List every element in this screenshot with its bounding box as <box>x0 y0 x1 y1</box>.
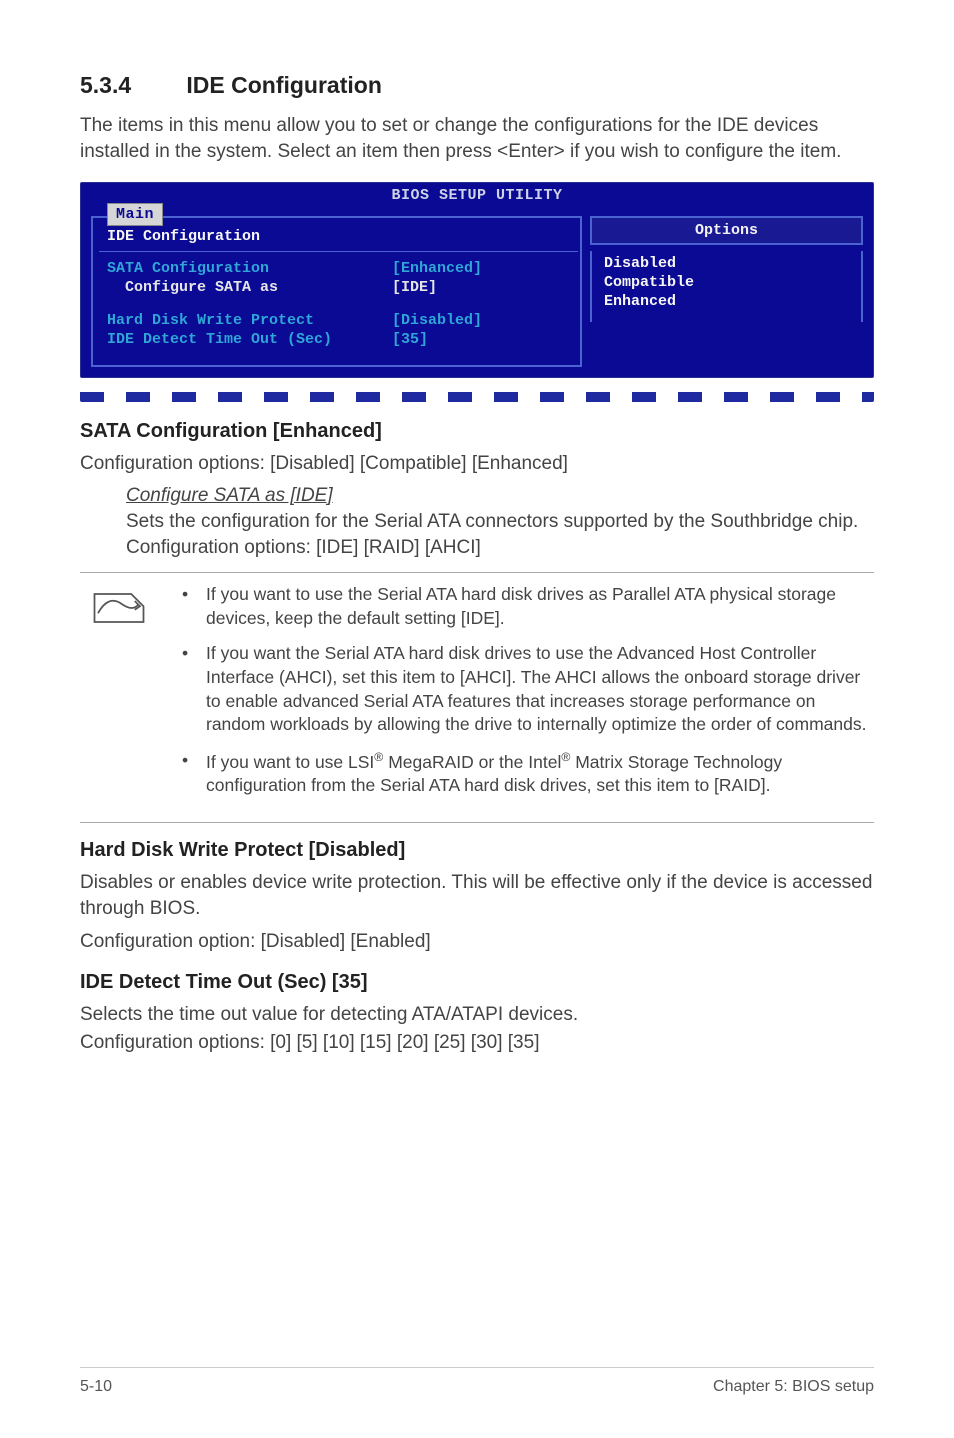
bios-option[interactable]: Disabled <box>604 255 851 274</box>
hd-write-protect-heading: Hard Disk Write Protect [Disabled] <box>80 839 874 862</box>
bios-main-tab[interactable]: Main <box>107 203 163 226</box>
bios-bottom-dashes <box>80 392 874 402</box>
ide-timeout-heading: IDE Detect Time Out (Sec) [35] <box>80 971 874 994</box>
bios-panel-title: IDE Configuration <box>107 228 570 245</box>
bios-option[interactable]: Enhanced <box>604 293 851 312</box>
configure-sata-link: Configure SATA as [IDE] <box>126 485 874 507</box>
sata-config-options: Configuration options: [Disabled] [Compa… <box>80 451 874 477</box>
intro-paragraph: The items in this menu allow you to set … <box>80 113 874 164</box>
bios-setup-panel: BIOS SETUP UTILITY Main IDE Configuratio… <box>80 182 874 378</box>
bios-right-panel: Options Disabled Compatible Enhanced <box>590 216 863 367</box>
bios-row-label: Hard Disk Write Protect <box>107 312 392 331</box>
bios-row-label: SATA Configuration <box>107 260 392 279</box>
hd-write-protect-options: Configuration option: [Disabled] [Enable… <box>80 929 874 955</box>
note-body: If you want to use the Serial ATA hard d… <box>168 583 870 810</box>
ide-timeout-options: Configuration options: [0] [5] [10] [15]… <box>80 1030 874 1056</box>
section-number: 5.3.4 <box>80 72 180 99</box>
page-footer: 5-10 Chapter 5: BIOS setup <box>80 1367 874 1396</box>
bios-utility-title: BIOS SETUP UTILITY <box>391 187 562 204</box>
bios-row[interactable]: SATA Configuration [Enhanced] <box>107 260 570 279</box>
configure-sata-desc: Sets the configuration for the Serial AT… <box>126 509 874 560</box>
bios-title-bar: BIOS SETUP UTILITY Main <box>81 183 873 206</box>
bios-row[interactable]: Configure SATA as [IDE] <box>107 279 570 298</box>
bios-row-value: [Disabled] <box>392 312 482 331</box>
bios-options-header: Options <box>590 216 863 245</box>
note-icon <box>84 583 154 810</box>
bios-row[interactable]: Hard Disk Write Protect [Disabled] <box>107 312 570 331</box>
bios-row-value: [35] <box>392 331 428 350</box>
hd-write-protect-desc: Disables or enables device write protect… <box>80 870 874 921</box>
ide-timeout-desc: Selects the time out value for detecting… <box>80 1002 874 1028</box>
bios-row-label: Configure SATA as <box>107 279 392 298</box>
note-item: If you want the Serial ATA hard disk dri… <box>182 642 870 737</box>
note-item: If you want to use the Serial ATA hard d… <box>182 583 870 630</box>
bios-options-list: Disabled Compatible Enhanced <box>590 251 863 321</box>
bios-left-panel: IDE Configuration SATA Configuration [En… <box>91 216 582 367</box>
chapter-label: Chapter 5: BIOS setup <box>713 1378 874 1396</box>
section-title: IDE Configuration <box>186 72 381 98</box>
bios-row[interactable]: IDE Detect Time Out (Sec) [35] <box>107 331 570 350</box>
note-item: If you want to use LSI® MegaRAID or the … <box>182 749 870 798</box>
sata-config-heading: SATA Configuration [Enhanced] <box>80 420 874 443</box>
bios-row-value: [IDE] <box>392 279 437 298</box>
bios-row-label: IDE Detect Time Out (Sec) <box>107 331 392 350</box>
bios-row-value: [Enhanced] <box>392 260 482 279</box>
page-number: 5-10 <box>80 1378 112 1396</box>
section-heading: 5.3.4 IDE Configuration <box>80 72 874 99</box>
bios-option[interactable]: Compatible <box>604 274 851 293</box>
note-box: If you want to use the Serial ATA hard d… <box>80 572 874 823</box>
